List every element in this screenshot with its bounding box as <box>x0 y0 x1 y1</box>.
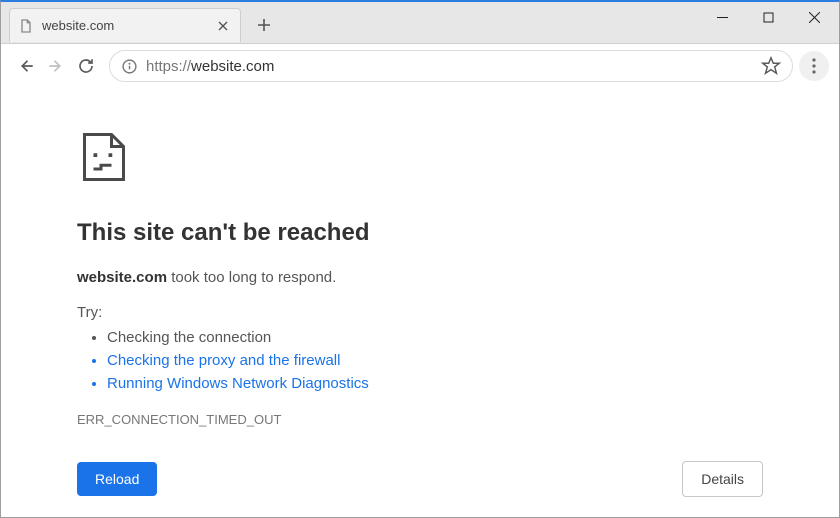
titlebar: website.com <box>1 2 839 44</box>
url-protocol: https:// <box>146 58 191 75</box>
try-label: Try: <box>77 304 839 321</box>
error-description: website.com took too long to respond. <box>77 269 839 286</box>
window-minimize-button[interactable] <box>699 2 745 32</box>
error-code: ERR_CONNECTION_TIMED_OUT <box>77 412 839 427</box>
page-icon <box>18 18 34 34</box>
browser-toolbar: https:// website.com <box>1 44 839 88</box>
window-maximize-button[interactable] <box>745 2 791 32</box>
error-desc-rest: took too long to respond. <box>167 269 336 286</box>
back-button[interactable] <box>11 51 41 81</box>
error-host: website.com <box>77 269 167 286</box>
suggestion-item[interactable]: Checking the proxy and the firewall <box>107 352 839 369</box>
tab-close-icon[interactable] <box>214 17 232 35</box>
error-page: This site can't be reached website.com t… <box>1 88 839 517</box>
window-close-button[interactable] <box>791 2 837 32</box>
suggestion-list: Checking the connection Checking the prox… <box>107 329 839 392</box>
address-bar[interactable]: https:// website.com <box>109 50 793 82</box>
browser-menu-button[interactable] <box>799 51 829 81</box>
reload-icon-button[interactable] <box>71 51 101 81</box>
suggestion-item[interactable]: Running Windows Network Diagnostics <box>107 375 839 392</box>
url-host: website.com <box>191 58 274 75</box>
error-title: This site can't be reached <box>77 219 839 247</box>
error-action-bar: Reload Details <box>77 461 763 497</box>
bookmark-icon[interactable] <box>760 55 782 77</box>
tab-title: website.com <box>42 18 214 33</box>
window-controls <box>699 2 837 32</box>
browser-tab[interactable]: website.com <box>9 8 241 42</box>
sad-page-icon <box>77 130 131 184</box>
new-tab-button[interactable] <box>249 10 279 40</box>
details-button[interactable]: Details <box>682 461 763 497</box>
suggestion-item: Checking the connection <box>107 329 839 346</box>
site-info-icon[interactable] <box>120 57 138 75</box>
forward-button[interactable] <box>41 51 71 81</box>
reload-button[interactable]: Reload <box>77 462 157 496</box>
